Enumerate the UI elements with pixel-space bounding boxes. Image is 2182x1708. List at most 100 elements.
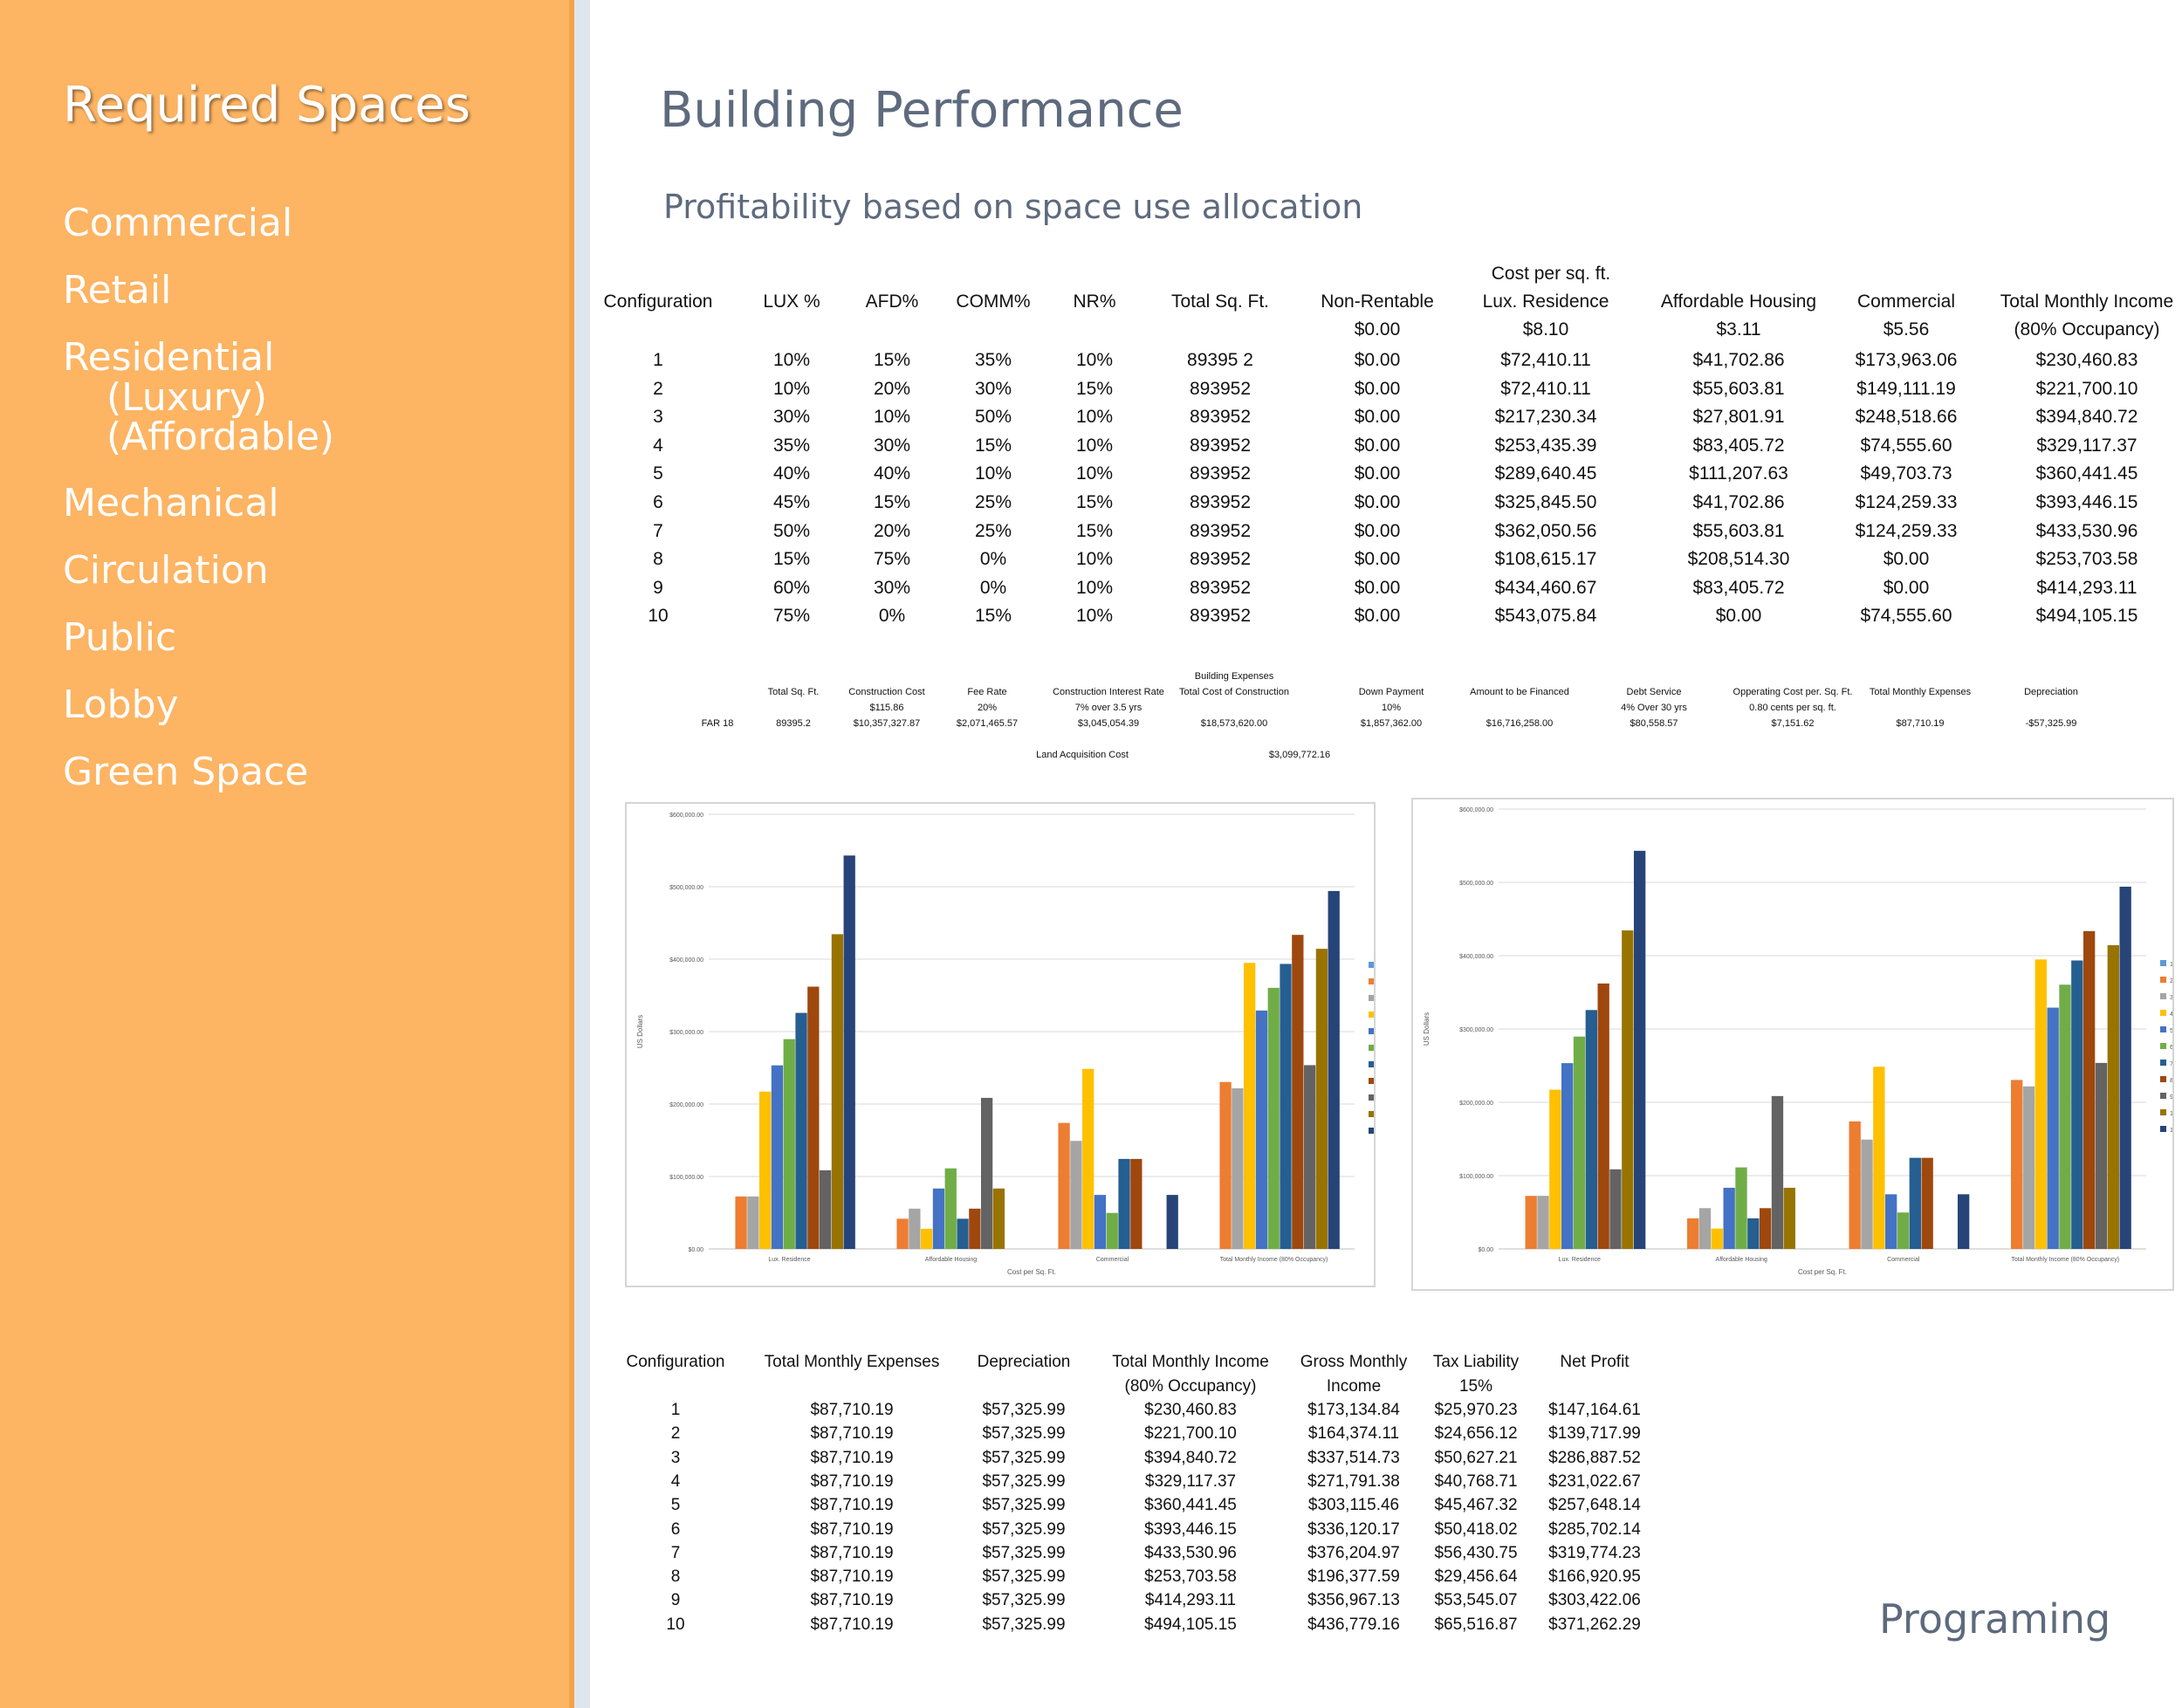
land-acquisition-label: Land Acquisition Cost [1036, 750, 1129, 760]
sidebar-item-green-space: Green Space [63, 750, 309, 794]
table3-cell: $87,710.19 [810, 1567, 894, 1587]
table2-subheader: 4% Over 30 yrs [1621, 703, 1687, 713]
legend-label: 2 [2170, 978, 2172, 984]
chart-svg-left: $0.00 $100,000.00 $200,000.00 $300,000.00 $4… [636, 813, 1385, 1276]
table1-cell: $74,555.60 [1860, 435, 1952, 456]
bar-6-0 [783, 1039, 795, 1249]
table1-cell: $494,105.15 [2035, 606, 2138, 627]
table3-cell: $40,768.71 [1434, 1471, 1518, 1491]
bar-2-2 [1058, 1122, 1070, 1249]
table3-cell: $414,293.11 [1144, 1591, 1237, 1610]
table1-cell: 15% [873, 492, 911, 512]
bar-6-1 [1735, 1167, 1747, 1249]
y-tick-label: $100,000.00 [669, 1175, 703, 1181]
bar-10-0 [831, 934, 844, 1249]
table3-cell: $196,377.59 [1307, 1567, 1400, 1587]
table1-cell: $230,460.83 [2035, 350, 2138, 370]
table1-cell: 15% [1075, 520, 1114, 541]
table1-cell: 893952 [1189, 606, 1252, 627]
y-tick-label: $0.00 [688, 1247, 703, 1253]
table1-cell: 10% [1075, 435, 1114, 456]
y-tick-label: $500,000.00 [1459, 881, 1493, 887]
table3-cell: $57,325.99 [982, 1496, 1066, 1515]
table1-cell: 50% [772, 520, 811, 541]
table1-cell: 35% [974, 350, 1012, 370]
table2-value: $1,857,362.00 [1360, 718, 1423, 729]
table1-cell: $0.00 [1354, 520, 1401, 541]
table2-value: $18,573,620.00 [1200, 718, 1268, 729]
bar-3-3 [1232, 1087, 1244, 1249]
table3-subheader: Income [1326, 1377, 1382, 1396]
table1-cell: $217,230.34 [1494, 407, 1597, 428]
table1-cell: $0.00 [1883, 577, 1930, 598]
table2-value: $87,710.19 [1896, 718, 1945, 729]
table1-cell: $414,293.11 [2036, 577, 2137, 598]
table3-cell: $253,703.58 [1144, 1567, 1237, 1587]
bar-2-3 [1219, 1081, 1232, 1249]
legend-swatch-8 [2160, 1076, 2166, 1082]
table1-header: NR% [1073, 292, 1116, 312]
bar-5-3 [1255, 1010, 1268, 1249]
sidebar-item-residential: Residential [63, 335, 275, 380]
bar-8-0 [807, 986, 820, 1249]
bar-11-2 [1957, 1194, 1970, 1249]
legend-swatch-7 [2160, 1060, 2166, 1066]
table1-cell: $55,603.81 [1692, 520, 1785, 541]
bar-9-1 [1771, 1095, 1784, 1249]
table1-cell: $0.00 [1354, 378, 1401, 399]
bar-11-2 [1166, 1195, 1178, 1249]
table3-cell: $394,840.72 [1144, 1448, 1237, 1467]
chart-cost-per-sqft-right: $0.00 $100,000.00 $200,000.00 $300,000.00 $4… [1411, 798, 2177, 1291]
table2-header: Construction Interest Rate [1053, 687, 1164, 697]
table2-header: Total Cost of Construction [1179, 687, 1289, 697]
table3-cell: $393,446.15 [1144, 1519, 1237, 1539]
y-tick-label: $100,000.00 [1459, 1174, 1493, 1180]
table1-cell: $83,405.72 [1692, 435, 1785, 456]
table1-cell: 10% [1075, 350, 1114, 370]
bar-5-0 [771, 1065, 784, 1249]
legend-label: 9 [2170, 1094, 2172, 1101]
page-subtitle: Profitability based on space use allocat… [663, 188, 1363, 226]
table1-cell: 893952 [1189, 577, 1252, 598]
y-tick-label: $200,000.00 [1459, 1101, 1493, 1107]
table1-cell: $124,259.33 [1855, 492, 1958, 512]
table3-cell: $50,627.21 [1434, 1448, 1518, 1467]
table2-value: $2,071,465.57 [956, 718, 1019, 729]
table3-cell: $221,700.10 [1144, 1424, 1237, 1444]
table3-cell: 1 [670, 1401, 681, 1419]
category-label: Total Monthly Income (80% Occupancy) [2011, 1257, 2119, 1263]
table1-subheader: $5.56 [1883, 319, 1930, 340]
table1-subheader: $0.00 [1354, 319, 1401, 340]
table1-header: COMM% [956, 292, 1031, 312]
table3-cell: $57,325.99 [982, 1448, 1066, 1467]
table1-cell: $173,963.06 [1855, 350, 1958, 370]
table2-header: Amount to be Financed [1470, 687, 1569, 697]
table3-cell: $230,460.83 [1144, 1401, 1237, 1419]
table1-cell: $362,050.56 [1494, 520, 1597, 541]
table2-group-header: Building Expenses [1194, 671, 1274, 682]
table1-cell: $0.00 [1354, 407, 1401, 428]
table1-cell: 75% [873, 549, 911, 570]
table3-cell: $50,418.02 [1434, 1519, 1518, 1539]
table1-subheader: $8.10 [1522, 319, 1569, 340]
table2-subheader: 20% [977, 703, 998, 713]
table1-cell: $208,514.30 [1687, 549, 1790, 570]
table3-header: Total Monthly Income [1112, 1353, 1269, 1371]
table3-cell: $336,120.17 [1307, 1519, 1400, 1539]
table1-group-header: Cost per sq. ft. [1491, 264, 1611, 284]
bar-10-0 [1622, 930, 1634, 1249]
bar-9-3 [1303, 1065, 1316, 1249]
legend-swatch-11 [2160, 1126, 2166, 1132]
table1-cell: 10% [1075, 577, 1114, 598]
bar-7-0 [1585, 1010, 1597, 1249]
x-axis-title: Cost per Sq. Ft. [1798, 1268, 1847, 1276]
table1-cell: 1 [653, 350, 663, 370]
bar-4-0 [1549, 1089, 1561, 1249]
table3-subheader: (80% Occupancy) [1124, 1377, 1257, 1396]
table3-cell: 7 [670, 1543, 681, 1562]
table1-cell: 893952 [1189, 549, 1252, 570]
table3-cell: $87,710.19 [810, 1519, 894, 1539]
bar-4-2 [1082, 1068, 1094, 1249]
legend-label: 7 [2170, 1061, 2172, 1067]
bar-8-3 [2083, 930, 2096, 1249]
